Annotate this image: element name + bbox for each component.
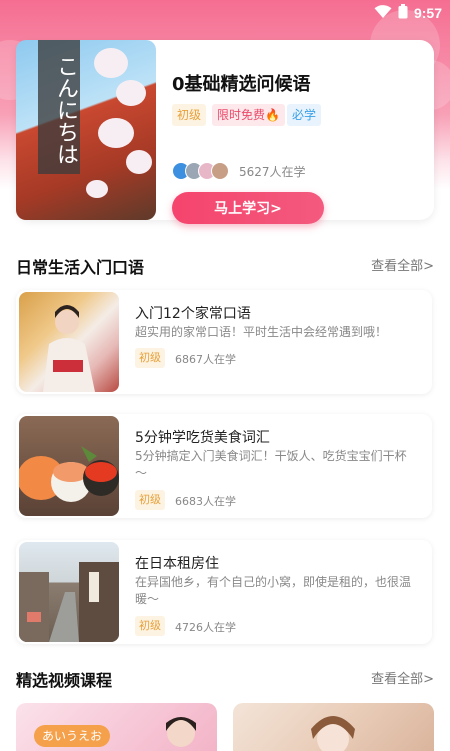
course-learner-count: 6683人在学: [175, 495, 236, 508]
course-card[interactable]: 5分钟学吃货美食词汇 5分钟搞定入门美食词汇！干饭人、吃货宝宝们干杯～ 初级 6…: [16, 414, 432, 518]
see-all-daily-link[interactable]: 查看全部>: [371, 255, 434, 274]
featured-course-thumbnail[interactable]: こんにちは: [16, 40, 156, 220]
course-card[interactable]: 入门12个家常口语 超实用的家常口语！平时生活中会经常遇到哦！ 初级 6867人…: [16, 290, 432, 394]
course-level-tag: 初级: [135, 616, 165, 636]
course-thumbnail: [19, 542, 119, 642]
course-description: 5分钟搞定入门美食词汇！干饭人、吃货宝宝们干杯～: [135, 449, 407, 480]
learner-avatars: [172, 162, 232, 180]
video-course-card[interactable]: [233, 703, 434, 751]
course-level-tag: 初级: [135, 490, 165, 510]
course-level-tag: 初级: [135, 348, 165, 368]
course-title: 入门12个家常口语: [135, 306, 251, 322]
section-title-video-courses: 精选视频课程: [16, 671, 113, 690]
course-thumbnail: [19, 416, 119, 516]
free-tag: 限时免费🔥: [212, 104, 285, 126]
featured-thumb-text: こんにちは: [38, 40, 80, 174]
course-title: 在日本租房住: [135, 556, 219, 572]
course-description: 超实用的家常口语！平时生活中会经常遇到哦！: [135, 325, 388, 339]
course-learner-count: 4726人在学: [175, 621, 236, 634]
status-bar: 9:57: [0, 0, 450, 26]
level-tag: 初级: [172, 104, 207, 126]
featured-course-title: 0基础精选问候语: [172, 74, 311, 95]
course-learner-count: 6867人在学: [175, 353, 236, 366]
status-time: 9:57: [413, 5, 442, 21]
battery-icon: [398, 3, 408, 23]
video-course-card[interactable]: あいうえお: [16, 703, 217, 751]
see-all-video-link[interactable]: 查看全部>: [371, 668, 434, 687]
video-course-label: あいうえお: [34, 725, 111, 747]
must-learn-tag: 必学: [287, 104, 322, 126]
section-title-daily-conversation: 日常生活入门口语: [16, 258, 145, 277]
avatar: [211, 162, 229, 180]
course-title: 5分钟学吃货美食词汇: [135, 430, 270, 446]
wifi-icon: [374, 4, 392, 23]
course-description: 在异国他乡，有个自己的小窝，即使是租的，也很温暖～: [135, 575, 412, 606]
featured-learner-count: 5627人在学: [239, 165, 306, 179]
course-card[interactable]: 在日本租房住 在异国他乡，有个自己的小窝，即使是租的，也很温暖～ 初级 4726…: [16, 540, 432, 644]
start-learning-button[interactable]: 马上学习>: [172, 192, 324, 224]
course-thumbnail: [19, 292, 119, 392]
